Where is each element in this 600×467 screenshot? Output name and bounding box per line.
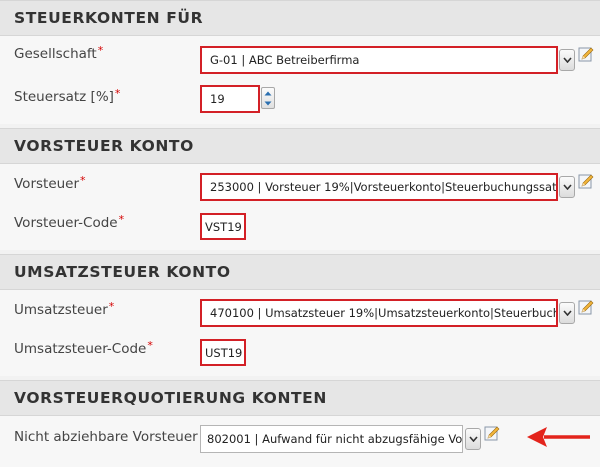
vorsteuer-dropdown-button[interactable] — [559, 176, 575, 198]
section-header-vorsteuer: VORSTEUER KONTO — [0, 128, 600, 164]
nicht-abziehbare-dropdown-button[interactable] — [465, 428, 481, 450]
nicht-abziehbare-select[interactable]: 802001 | Aufwand für nicht abzugsfähige … — [200, 425, 463, 453]
gesellschaft-dropdown-button[interactable] — [559, 49, 575, 71]
steuersatz-input[interactable]: 19 — [200, 85, 260, 113]
gesellschaft-select[interactable]: G-01 | ABC Betreiberfirma — [200, 46, 558, 74]
chevron-down-icon — [264, 101, 272, 105]
required-marker: * — [118, 213, 125, 226]
panel-steuerkonten: Gesellschaft* G-01 | ABC Betreiberfirma … — [0, 36, 600, 124]
edit-pencil-icon[interactable] — [484, 425, 500, 441]
section-title: VORSTEUERQUOTIERUNG KONTEN — [14, 389, 327, 407]
vorsteuer-select[interactable]: 253000 | Vorsteuer 19%|Vorsteuerkonto|St… — [200, 173, 558, 201]
chevron-down-icon — [562, 57, 572, 63]
umsatzsteuer-code-label: Umsatzsteuer-Code* — [14, 339, 153, 357]
edit-pencil-icon[interactable] — [578, 173, 594, 189]
vorsteuer-code-label: Vorsteuer-Code* — [14, 213, 125, 231]
required-marker: * — [97, 44, 104, 57]
section-header-quotierung: VORSTEUERQUOTIERUNG KONTEN — [0, 380, 600, 416]
panel-umsatzsteuer: Umsatzsteuer* 470100 | Umsatzsteuer 19%|… — [0, 290, 600, 376]
nicht-abziehbare-label: Nicht abziehbare Vorsteuer — [14, 429, 198, 445]
edit-pencil-icon[interactable] — [578, 299, 594, 315]
section-header-umsatzsteuer: UMSATZSTEUER KONTO — [0, 254, 600, 290]
section-title: UMSATZSTEUER KONTO — [14, 263, 231, 281]
red-arrow-icon — [527, 427, 590, 447]
required-marker: * — [108, 300, 115, 313]
edit-pencil-icon[interactable] — [578, 46, 594, 62]
stepper-down[interactable] — [262, 98, 274, 108]
umsatzsteuer-code-input[interactable]: UST19 — [200, 339, 246, 366]
umsatzsteuer-label: Umsatzsteuer* — [14, 300, 115, 318]
required-marker: * — [147, 339, 153, 352]
required-marker: * — [114, 87, 121, 100]
chevron-up-icon — [264, 91, 272, 95]
steuersatz-stepper[interactable] — [261, 87, 275, 109]
required-marker: * — [80, 174, 86, 187]
gesellschaft-label: Gesellschaft* — [14, 44, 104, 62]
section-header-steuerkonten: STEUERKONTEN FÜR — [0, 0, 600, 36]
panel-quotierung: Nicht abziehbare Vorsteuer 802001 | Aufw… — [0, 416, 600, 467]
umsatzsteuer-dropdown-button[interactable] — [559, 302, 575, 324]
chevron-down-icon — [468, 436, 478, 442]
section-title: VORSTEUER KONTO — [14, 137, 194, 155]
umsatzsteuer-select[interactable]: 470100 | Umsatzsteuer 19%|Umsatzsteuerko… — [200, 299, 558, 327]
vorsteuer-label: Vorsteuer* — [14, 174, 86, 192]
chevron-down-icon — [562, 310, 572, 316]
stepper-up[interactable] — [262, 88, 274, 98]
steuersatz-label: Steuersatz [%]* — [14, 87, 121, 105]
vorsteuer-code-input[interactable]: VST19 — [200, 213, 246, 240]
panel-vorsteuer: Vorsteuer* 253000 | Vorsteuer 19%|Vorste… — [0, 164, 600, 250]
section-title: STEUERKONTEN FÜR — [14, 9, 204, 27]
chevron-down-icon — [562, 184, 572, 190]
